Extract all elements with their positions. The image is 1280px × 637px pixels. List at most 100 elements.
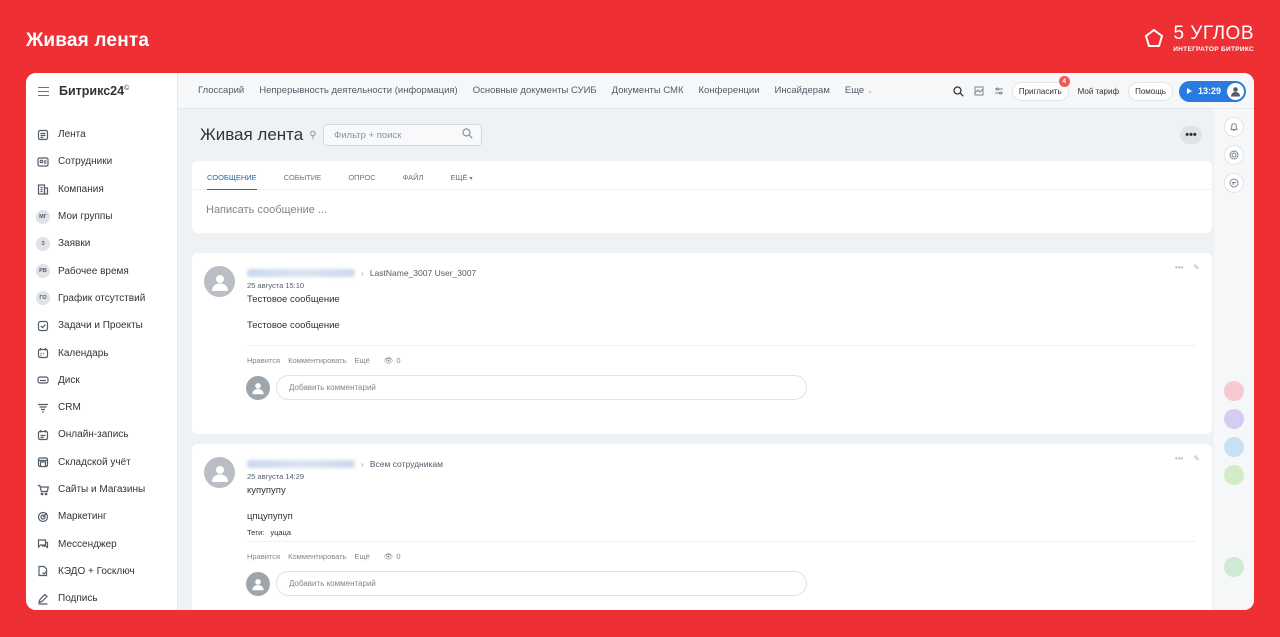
tab-message[interactable]: СООБЩЕНИЕ	[207, 173, 257, 190]
sidebar-item-tasks[interactable]: Задачи и Проекты	[26, 312, 177, 339]
sidebar-item-company[interactable]: Компания	[26, 176, 177, 203]
help-button[interactable]: Помощь	[1128, 81, 1173, 101]
topnav-glossary[interactable]: Глоссарий	[198, 85, 244, 96]
like-button[interactable]: Нравится	[247, 356, 280, 365]
search-input[interactable]: Фильтр + поиск	[323, 124, 482, 146]
sidebar-item-label: Складской учёт	[58, 456, 131, 468]
sidebar-item-booking[interactable]: Онлайн-запись	[26, 421, 177, 448]
warehouse-icon	[36, 455, 50, 469]
sidebar-item-crm[interactable]: CRM	[26, 394, 177, 421]
notifications-icon[interactable]	[1224, 117, 1244, 137]
contact-avatar-3[interactable]	[1224, 437, 1244, 457]
topnav-conferences[interactable]: Конференции	[698, 85, 759, 96]
contact-avatar-2[interactable]	[1224, 409, 1244, 429]
post-recipient[interactable]: Всем сотрудникам	[370, 459, 443, 469]
sidebar-item-messenger[interactable]: Мессенджер	[26, 530, 177, 557]
sidebar-item-label: График отсутствий	[58, 292, 146, 304]
post-title: Тестовое сообщение	[247, 294, 340, 305]
views-counter: 👁 0	[383, 552, 401, 561]
search-icon[interactable]	[952, 84, 966, 98]
arrow-right-icon: ›	[361, 268, 364, 278]
sidebar-item-requests[interactable]: З Заявки	[26, 230, 177, 257]
menu-icon[interactable]	[38, 86, 49, 96]
absence-badge: ГО	[36, 291, 50, 306]
tab-more[interactable]: ЕЩЁ ▾	[450, 173, 472, 190]
brand-name: 5 УГЛОВ	[1173, 23, 1254, 44]
eye-icon: 👁	[383, 356, 394, 365]
arrow-right-icon: ›	[361, 459, 364, 469]
user-avatar	[246, 375, 270, 400]
search-placeholder: Фильтр + поиск	[334, 129, 402, 141]
worktime-badge: РВ	[36, 264, 50, 279]
tab-poll[interactable]: ОПРОС	[348, 173, 375, 190]
sidebar-item-kedo[interactable]: КЭДО + Госключ	[26, 558, 177, 585]
my-tariff-button[interactable]: Мой тариф	[1075, 83, 1122, 100]
sidebar-item-disk[interactable]: Диск	[26, 367, 177, 394]
post-composer: СООБЩЕНИЕ СОБЫТИЕ ОПРОС ФАЙЛ ЕЩЁ ▾ Написа…	[192, 161, 1212, 233]
requests-badge: З	[36, 236, 50, 251]
post-more-button[interactable]: Ещё	[355, 552, 370, 561]
comment-button[interactable]: Комментировать	[288, 356, 346, 365]
topnav-more[interactable]: Еще ⌄	[845, 85, 873, 96]
feed-post: ••• ✎ › LastName_3007 User_3007 25 авгус…	[192, 253, 1212, 434]
sidebar-item-label: Онлайн-запись	[58, 429, 129, 441]
like-button[interactable]: Нравится	[247, 552, 280, 561]
messenger-icon	[36, 537, 50, 551]
comment-input[interactable]: Добавить комментарий	[276, 571, 807, 596]
message-input[interactable]: Написать сообщение ...	[192, 190, 1212, 216]
contact-avatar-5[interactable]	[1224, 557, 1244, 577]
invite-count-badge: 4	[1058, 75, 1070, 87]
invite-button[interactable]: Пригласить 4	[1011, 75, 1070, 101]
post-date[interactable]: 25 августа 15:10	[247, 281, 1195, 290]
author-avatar[interactable]	[204, 457, 235, 488]
post-recipient[interactable]: LastName_3007 User_3007	[370, 268, 476, 278]
online-icon[interactable]	[1224, 145, 1244, 165]
sidebar-item-label: Сотрудники	[58, 156, 113, 168]
topnav-suib-docs[interactable]: Основные документы СУИБ	[473, 85, 597, 96]
sidebar-item-worktime[interactable]: РВ Рабочее время	[26, 257, 177, 284]
chevron-down-icon: ⌄	[867, 88, 874, 95]
sidebar-item-signature[interactable]: Подпись	[26, 585, 177, 610]
signature-icon	[36, 592, 50, 606]
kedo-icon	[36, 564, 50, 578]
sidebar-item-absence[interactable]: ГО График отсутствий	[26, 285, 177, 312]
settings-sliders-icon[interactable]	[992, 84, 1006, 98]
sidebar-item-feed[interactable]: Лента	[26, 121, 177, 148]
more-button[interactable]: •••	[1180, 126, 1202, 144]
topnav-continuity[interactable]: Непрерывность деятельности (информация)	[259, 85, 457, 96]
contact-avatar-4[interactable]	[1224, 465, 1244, 485]
chat-icon[interactable]	[1224, 173, 1244, 193]
marketing-icon	[36, 510, 50, 524]
search-icon[interactable]	[462, 126, 473, 144]
tab-event[interactable]: СОБЫТИЕ	[284, 173, 322, 190]
company-icon	[36, 182, 50, 196]
sidebar-item-label: Рабочее время	[58, 265, 129, 277]
sidebar-item-employees[interactable]: Сотрудники	[26, 148, 177, 175]
post-text: Тестовое сообщение	[247, 320, 340, 331]
author-name-blurred[interactable]	[247, 269, 355, 277]
post-more-button[interactable]: Ещё	[355, 356, 370, 365]
author-name-blurred[interactable]	[247, 460, 355, 468]
author-avatar[interactable]	[204, 266, 235, 297]
user-avatar-icon[interactable]	[1227, 82, 1244, 100]
tag-link[interactable]: уцаца	[270, 528, 291, 537]
topnav-insiders[interactable]: Инсайдерам	[775, 85, 830, 96]
topnav-smk-docs[interactable]: Документы СМК	[612, 85, 684, 96]
crm-icon	[36, 401, 50, 415]
sidebar-item-my-groups[interactable]: МГ Мои группы	[26, 203, 177, 230]
comment-input[interactable]: Добавить комментарий	[276, 375, 807, 400]
post-date[interactable]: 25 августа 14:29	[247, 472, 1195, 481]
right-rail	[1214, 109, 1254, 610]
comment-button[interactable]: Комментировать	[288, 552, 346, 561]
sidebar-item-marketing[interactable]: Маркетинг	[26, 503, 177, 530]
pin-icon[interactable]: ⚲	[309, 130, 316, 141]
sidebar-item-calendar[interactable]: Календарь	[26, 339, 177, 366]
sidebar-item-sites[interactable]: Сайты и Магазины	[26, 476, 177, 503]
feed-icon	[36, 128, 50, 142]
employees-icon	[36, 155, 50, 169]
sidebar-item-warehouse[interactable]: Складской учёт	[26, 449, 177, 476]
contact-avatar-1[interactable]	[1224, 381, 1244, 401]
workday-clock-button[interactable]: 13:29	[1178, 80, 1246, 102]
tab-file[interactable]: ФАЙЛ	[403, 173, 424, 190]
logo[interactable]: Битрикс24©	[59, 84, 129, 98]
